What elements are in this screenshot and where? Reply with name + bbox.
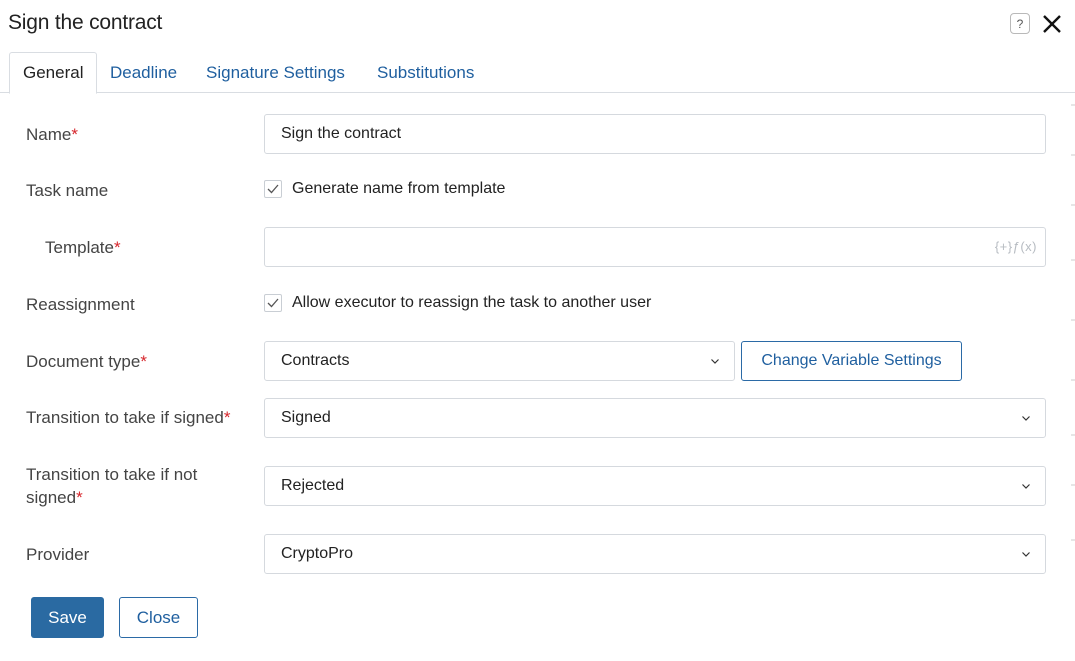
template-label: Template* <box>45 238 121 257</box>
change-variable-settings-button[interactable]: Change Variable Settings <box>741 341 962 381</box>
reassign-checkbox[interactable] <box>264 294 282 312</box>
formula-icon[interactable]: {+}ƒ(x) <box>995 239 1037 254</box>
dialog-title: Sign the contract <box>8 11 163 34</box>
generate-name-option: Generate name from template <box>264 180 505 198</box>
task-name-label: Task name <box>26 181 109 200</box>
close-button[interactable]: Close <box>119 597 198 638</box>
tab-signature-settings[interactable]: Signature Settings <box>206 52 345 93</box>
generate-name-label: Generate name from template <box>292 180 506 197</box>
reassign-option: Allow executor to reassign the task to a… <box>264 294 651 312</box>
template-input[interactable]: {+}ƒ(x) <box>264 227 1046 267</box>
tab-bar: General Deadline Signature Settings Subs… <box>0 52 1075 94</box>
tab-substitutions[interactable]: Substitutions <box>377 52 474 93</box>
provider-select[interactable]: CryptoPro <box>264 534 1046 574</box>
chevron-down-icon <box>1022 416 1030 421</box>
transition-not-signed-select[interactable]: Rejected <box>264 466 1046 506</box>
document-type-select[interactable]: Contracts <box>264 341 735 381</box>
generate-name-checkbox[interactable] <box>264 180 282 198</box>
tab-deadline[interactable]: Deadline <box>110 52 177 93</box>
name-input[interactable]: Sign the contract <box>264 114 1046 154</box>
chevron-down-icon <box>1022 552 1030 557</box>
help-button[interactable]: ? <box>1010 13 1030 34</box>
chevron-down-icon <box>1022 484 1030 489</box>
scrollbar-track[interactable] <box>1071 100 1075 560</box>
save-button[interactable]: Save <box>31 597 104 638</box>
name-label: Name* <box>26 125 78 144</box>
check-icon <box>267 184 279 194</box>
tab-general[interactable]: General <box>9 52 98 94</box>
reassign-label: Allow executor to reassign the task to a… <box>292 294 652 311</box>
close-dialog-button[interactable] <box>1040 12 1064 36</box>
close-icon <box>1043 15 1061 33</box>
help-icon: ? <box>1016 16 1024 31</box>
check-icon <box>267 298 279 308</box>
chevron-down-icon <box>711 359 719 364</box>
transition-not-signed-label: Transition to take if not signed* <box>26 465 198 507</box>
transition-signed-label: Transition to take if signed* <box>26 408 231 427</box>
provider-label: Provider <box>26 545 90 564</box>
document-type-label: Document type* <box>26 352 147 371</box>
reassignment-label: Reassignment <box>26 295 135 314</box>
sign-contract-dialog: Sign the contract ? General Deadline Sig… <box>0 0 1075 661</box>
transition-signed-select[interactable]: Signed <box>264 398 1046 438</box>
